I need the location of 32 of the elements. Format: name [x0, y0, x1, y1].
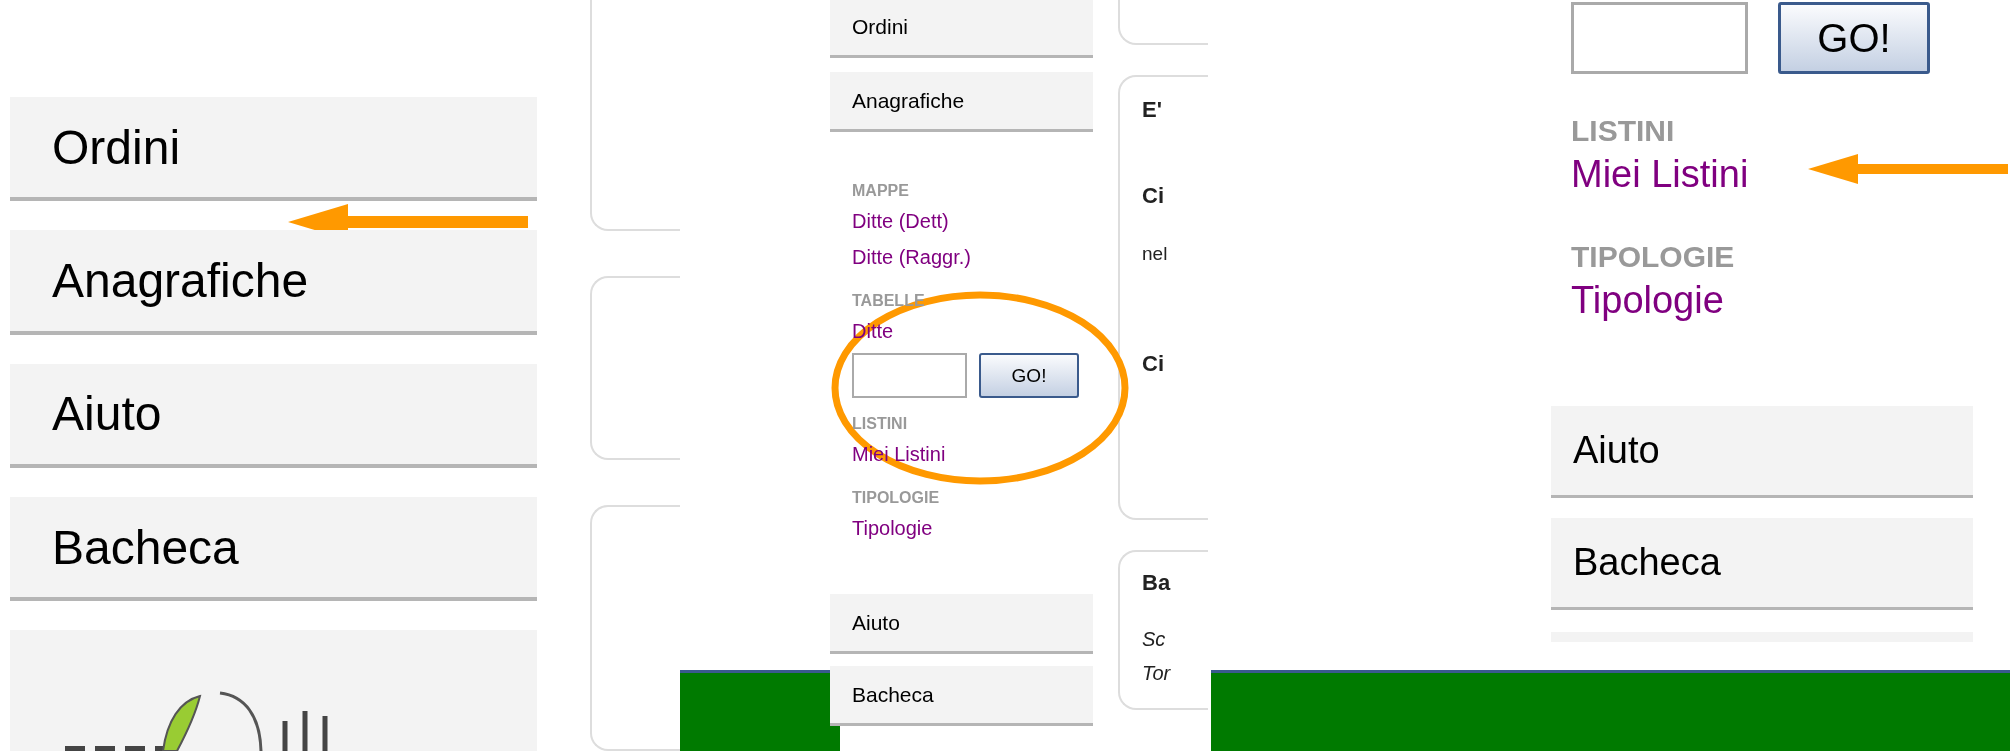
section-heading: TIPOLOGIE: [852, 488, 941, 508]
card-title: E': [1142, 97, 1163, 123]
card-title: Ba: [1142, 570, 1172, 596]
link[interactable]: Tipologie: [852, 510, 933, 546]
menu-item[interactable]: Anagrafiche: [830, 72, 1093, 132]
go-button[interactable]: GO!: [979, 353, 1079, 398]
menu-item[interactable]: Bacheca: [830, 666, 1093, 726]
section-heading: LISTINI: [852, 414, 909, 434]
menu-item[interactable]: Aiuto: [830, 594, 1093, 654]
menu-item[interactable]: Anagrafiche: [10, 230, 537, 335]
menu-item[interactable]: Bacheca: [1551, 518, 1973, 610]
link[interactable]: Ditte (Dett): [852, 203, 949, 239]
section-heading: LISTINI: [1571, 114, 1676, 148]
card-title: Ci: [1142, 351, 1165, 377]
card-title: Ci: [1142, 183, 1165, 209]
menu-item[interactable]: Aiuto: [1551, 406, 1973, 498]
search-field[interactable]: [1571, 2, 1748, 74]
section-heading: MAPPE: [852, 181, 910, 201]
card-text: nel: [1142, 243, 1169, 265]
card-note: Sc: [1142, 627, 1167, 652]
link[interactable]: Miei Listini: [1571, 148, 1749, 200]
menu-item[interactable]: Ordini: [830, 0, 1093, 58]
link[interactable]: Ditte (Raggr.): [852, 239, 971, 275]
menu-item[interactable]: Bacheca: [10, 496, 537, 602]
search-field[interactable]: [852, 353, 967, 398]
menu-item[interactable]: Ordini: [10, 97, 537, 202]
card-note: Tor: [1142, 661, 1172, 686]
section-heading: TIPOLOGIE: [1571, 240, 1736, 274]
link[interactable]: Tipologie: [1571, 274, 1724, 326]
section-heading: TABELLE: [852, 291, 926, 311]
go-button[interactable]: GO!: [1778, 2, 1930, 74]
menu-item[interactable]: Aiuto: [10, 363, 537, 468]
